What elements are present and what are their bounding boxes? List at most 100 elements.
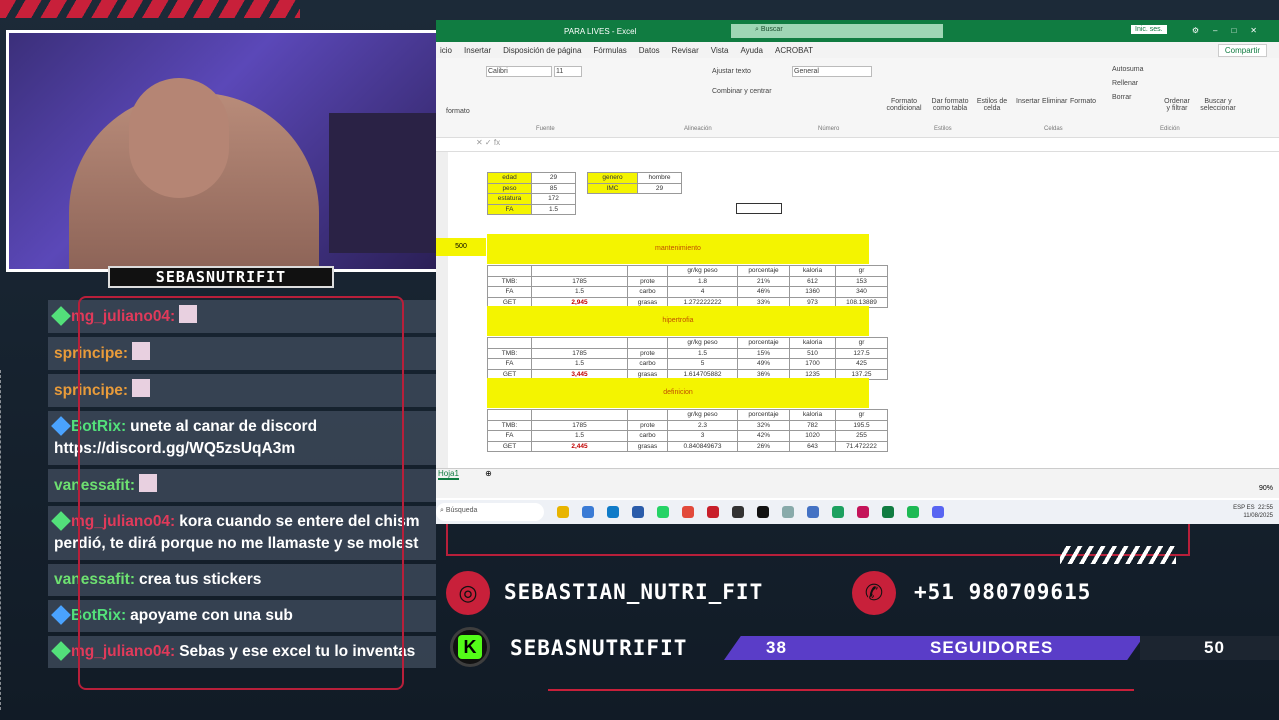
header-cell[interactable]: porcentaje	[737, 409, 790, 421]
cell[interactable]: GET	[487, 440, 532, 452]
cell[interactable]: FA	[487, 358, 532, 370]
app-icon[interactable]	[707, 506, 719, 518]
chat-username[interactable]: vanessafit:	[54, 571, 135, 588]
cell[interactable]: edad	[487, 172, 532, 184]
cell[interactable]: 195.5	[835, 419, 888, 431]
cell[interactable]: 172	[531, 193, 576, 205]
cell[interactable]: 1785	[531, 275, 628, 287]
cell[interactable]	[627, 409, 668, 421]
cell[interactable]: prote	[627, 347, 668, 359]
font-size-select[interactable]: 11	[554, 66, 582, 77]
section-banner[interactable]: definicion	[487, 378, 869, 408]
chat-username[interactable]: BotRix:	[71, 607, 126, 624]
input-table[interactable]: edad 29 genero hombre peso 85 IMC 29 estatura 1…	[487, 172, 682, 215]
header-cell[interactable]: gr	[835, 409, 888, 421]
chat-username[interactable]: mg_juliano04:	[71, 513, 175, 530]
tab-formulas[interactable]: Fórmulas	[593, 46, 626, 55]
header-cell[interactable]: gr/kg peso	[667, 265, 738, 277]
cell[interactable]: 510	[789, 347, 836, 359]
word-icon[interactable]	[807, 506, 819, 518]
cell[interactable]: 153	[835, 275, 888, 287]
cell[interactable]: 1785	[531, 419, 628, 431]
macro-table[interactable]: gr/kg peso porcentaje kaloria gr TMB: 1785 pro…	[487, 409, 888, 452]
tiktok-icon[interactable]	[757, 506, 769, 518]
cell[interactable]: 1.5	[531, 286, 628, 298]
cell[interactable]: estatura	[487, 193, 532, 205]
clear-button[interactable]: Borrar	[1112, 94, 1131, 101]
cell[interactable]: 1700	[789, 358, 836, 370]
taskbar-search[interactable]: ⌕ Búsqueda	[436, 503, 544, 521]
header-cell[interactable]: gr/kg peso	[667, 337, 738, 349]
obs-icon[interactable]	[732, 506, 744, 518]
cell-styles-button[interactable]: Estilos de celda	[974, 98, 1010, 112]
header-cell[interactable]: gr/kg peso	[667, 409, 738, 421]
window-controls[interactable]: ⚙–□✕	[1192, 26, 1271, 35]
spotify-icon[interactable]	[907, 506, 919, 518]
cell[interactable]: 1.5	[531, 358, 628, 370]
fill-button[interactable]: Rellenar	[1112, 80, 1138, 87]
cell[interactable]: 1.5	[531, 430, 628, 442]
folder-icon[interactable]	[557, 506, 569, 518]
chat-username[interactable]: sprincipe:	[54, 382, 128, 399]
cell[interactable]	[487, 265, 532, 277]
cell[interactable]: 1.5	[531, 203, 576, 215]
whatsapp-icon[interactable]	[657, 506, 669, 518]
cell[interactable]: 26%	[737, 440, 790, 452]
add-sheet-icon[interactable]: ⊕	[485, 469, 492, 478]
header-cell[interactable]: kaloria	[789, 337, 836, 349]
tab-revisar[interactable]: Revisar	[672, 46, 699, 55]
chat-username[interactable]: BotRix:	[71, 418, 126, 435]
discord-icon[interactable]	[932, 506, 944, 518]
header-cell[interactable]: porcentaje	[737, 265, 790, 277]
macro-table[interactable]: gr/kg peso porcentaje kaloria gr TMB: 1785 pro…	[487, 337, 888, 380]
cell[interactable]: carbo	[627, 430, 668, 442]
cell[interactable]: 340	[835, 286, 888, 298]
cell[interactable]: TMB:	[487, 275, 532, 287]
sign-in-button[interactable]: Inic. ses.	[1131, 25, 1167, 34]
section-banner[interactable]: hipertrofia	[487, 306, 869, 336]
cell[interactable]: 49%	[737, 358, 790, 370]
cell[interactable]: 21%	[737, 275, 790, 287]
merge-button[interactable]: Combinar y centrar	[712, 88, 772, 95]
section-banner[interactable]: mantenimiento	[487, 234, 869, 264]
cell[interactable]	[627, 337, 668, 349]
sheet-tab[interactable]: Hoja1	[438, 469, 459, 480]
cell[interactable]: prote	[627, 419, 668, 431]
chrome-icon[interactable]	[832, 506, 844, 518]
spreadsheet-grid[interactable]: edad 29 genero hombre peso 85 IMC 29 estatura 1…	[436, 152, 1279, 468]
cell[interactable]: TMB:	[487, 347, 532, 359]
cell[interactable]: 15%	[737, 347, 790, 359]
cell[interactable]: 29	[531, 172, 576, 184]
cell[interactable]: grasas	[627, 440, 668, 452]
cell[interactable]: hombre	[637, 172, 682, 184]
format-table-button[interactable]: Dar formato como tabla	[928, 98, 972, 112]
tab-insertar[interactable]: Insertar	[464, 46, 491, 55]
cell[interactable]: 5	[667, 358, 738, 370]
system-tray[interactable]: ESP ES 22:55 11/08/2025	[1233, 504, 1279, 520]
cell[interactable]	[627, 265, 668, 277]
delete-cells-button[interactable]: Eliminar	[1042, 98, 1067, 105]
edge-icon[interactable]	[607, 506, 619, 518]
header-cell[interactable]: gr	[835, 265, 888, 277]
cell[interactable]: 71.472222	[835, 440, 888, 452]
cell[interactable]: 42%	[737, 430, 790, 442]
tab-vista[interactable]: Vista	[711, 46, 729, 55]
conditional-format-button[interactable]: Formato condicional	[884, 98, 924, 112]
chat-username[interactable]: mg_juliano04:	[71, 643, 175, 660]
search-box[interactable]: ⌕ Buscar	[731, 24, 943, 38]
cell[interactable]: 1.8	[667, 275, 738, 287]
cell[interactable]: 46%	[737, 286, 790, 298]
cell[interactable]: 1.5	[667, 347, 738, 359]
selected-cell[interactable]	[736, 203, 782, 214]
app-icon[interactable]	[782, 506, 794, 518]
cell[interactable]: carbo	[627, 286, 668, 298]
side-value-cell[interactable]: 500	[436, 238, 486, 256]
cell[interactable]: 32%	[737, 419, 790, 431]
cell[interactable]: 2,445	[531, 440, 628, 452]
cell[interactable]: carbo	[627, 358, 668, 370]
tab-datos[interactable]: Datos	[639, 46, 660, 55]
excel-icon[interactable]	[882, 506, 894, 518]
cell[interactable]: 255	[835, 430, 888, 442]
copilot-icon[interactable]	[582, 506, 594, 518]
tab-ayuda[interactable]: Ayuda	[740, 46, 763, 55]
